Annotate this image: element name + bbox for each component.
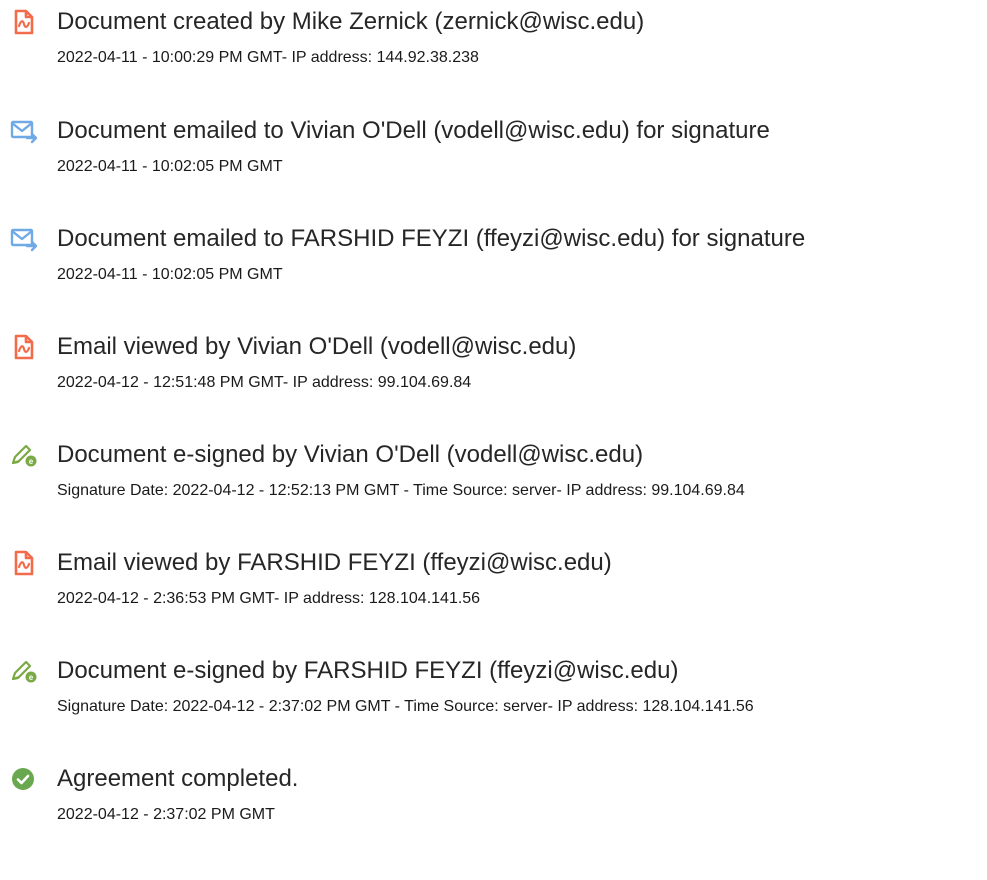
audit-event: Document created by Mike Zernick (zernic… (0, 0, 987, 90)
event-detail: 2022-04-12 - 2:36:53 PM GMT- IP address:… (57, 590, 481, 607)
audit-event: e Document e-signed by Vivian O'Dell (vo… (0, 433, 987, 523)
event-detail: 2022-04-11 - 10:00:29 PM GMT- IP address… (57, 49, 479, 66)
event-detail: Signature Date: 2022-04-12 - 2:37:02 PM … (57, 698, 754, 715)
audit-event: Email viewed by FARSHID FEYZI (ffeyzi@wi… (0, 541, 987, 631)
event-title: Document emailed to Vivian O'Dell (vodel… (57, 117, 770, 144)
event-detail: 2022-04-11 - 10:02:05 PM GMT (57, 266, 283, 283)
event-title: Email viewed by FARSHID FEYZI (ffeyzi@wi… (57, 549, 612, 576)
document-created-icon (10, 8, 38, 36)
event-title: Document e-signed by FARSHID FEYZI (ffey… (57, 657, 679, 684)
event-title: Document created by Mike Zernick (zernic… (57, 8, 645, 35)
event-detail: 2022-04-11 - 10:02:05 PM GMT (57, 158, 283, 175)
document-viewed-icon (10, 333, 38, 361)
event-detail: Signature Date: 2022-04-12 - 12:52:13 PM… (57, 482, 745, 499)
event-title: Email viewed by Vivian O'Dell (vodell@wi… (57, 333, 577, 360)
esign-icon: e (10, 657, 38, 685)
event-detail: 2022-04-12 - 12:51:48 PM GMT- IP address… (57, 374, 472, 391)
audit-event: e Document e-signed by FARSHID FEYZI (ff… (0, 649, 987, 739)
svg-text:e: e (29, 673, 34, 682)
event-detail: 2022-04-12 - 2:37:02 PM GMT (57, 806, 275, 823)
esign-icon: e (10, 441, 38, 469)
audit-event: Document emailed to FARSHID FEYZI (ffeyz… (0, 217, 987, 307)
event-title: Document e-signed by Vivian O'Dell (vode… (57, 441, 644, 468)
email-sent-icon (10, 225, 38, 253)
event-title: Document emailed to FARSHID FEYZI (ffeyz… (57, 225, 806, 252)
event-title: Agreement completed. (57, 765, 299, 792)
svg-text:e: e (29, 457, 34, 466)
email-sent-icon (10, 117, 38, 145)
document-viewed-icon (10, 549, 38, 577)
checkmark-icon (10, 765, 38, 793)
audit-event: Email viewed by Vivian O'Dell (vodell@wi… (0, 325, 987, 415)
audit-event: Agreement completed. 2022-04-12 - 2:37:0… (0, 757, 987, 847)
audit-event: Document emailed to Vivian O'Dell (vodel… (0, 109, 987, 199)
